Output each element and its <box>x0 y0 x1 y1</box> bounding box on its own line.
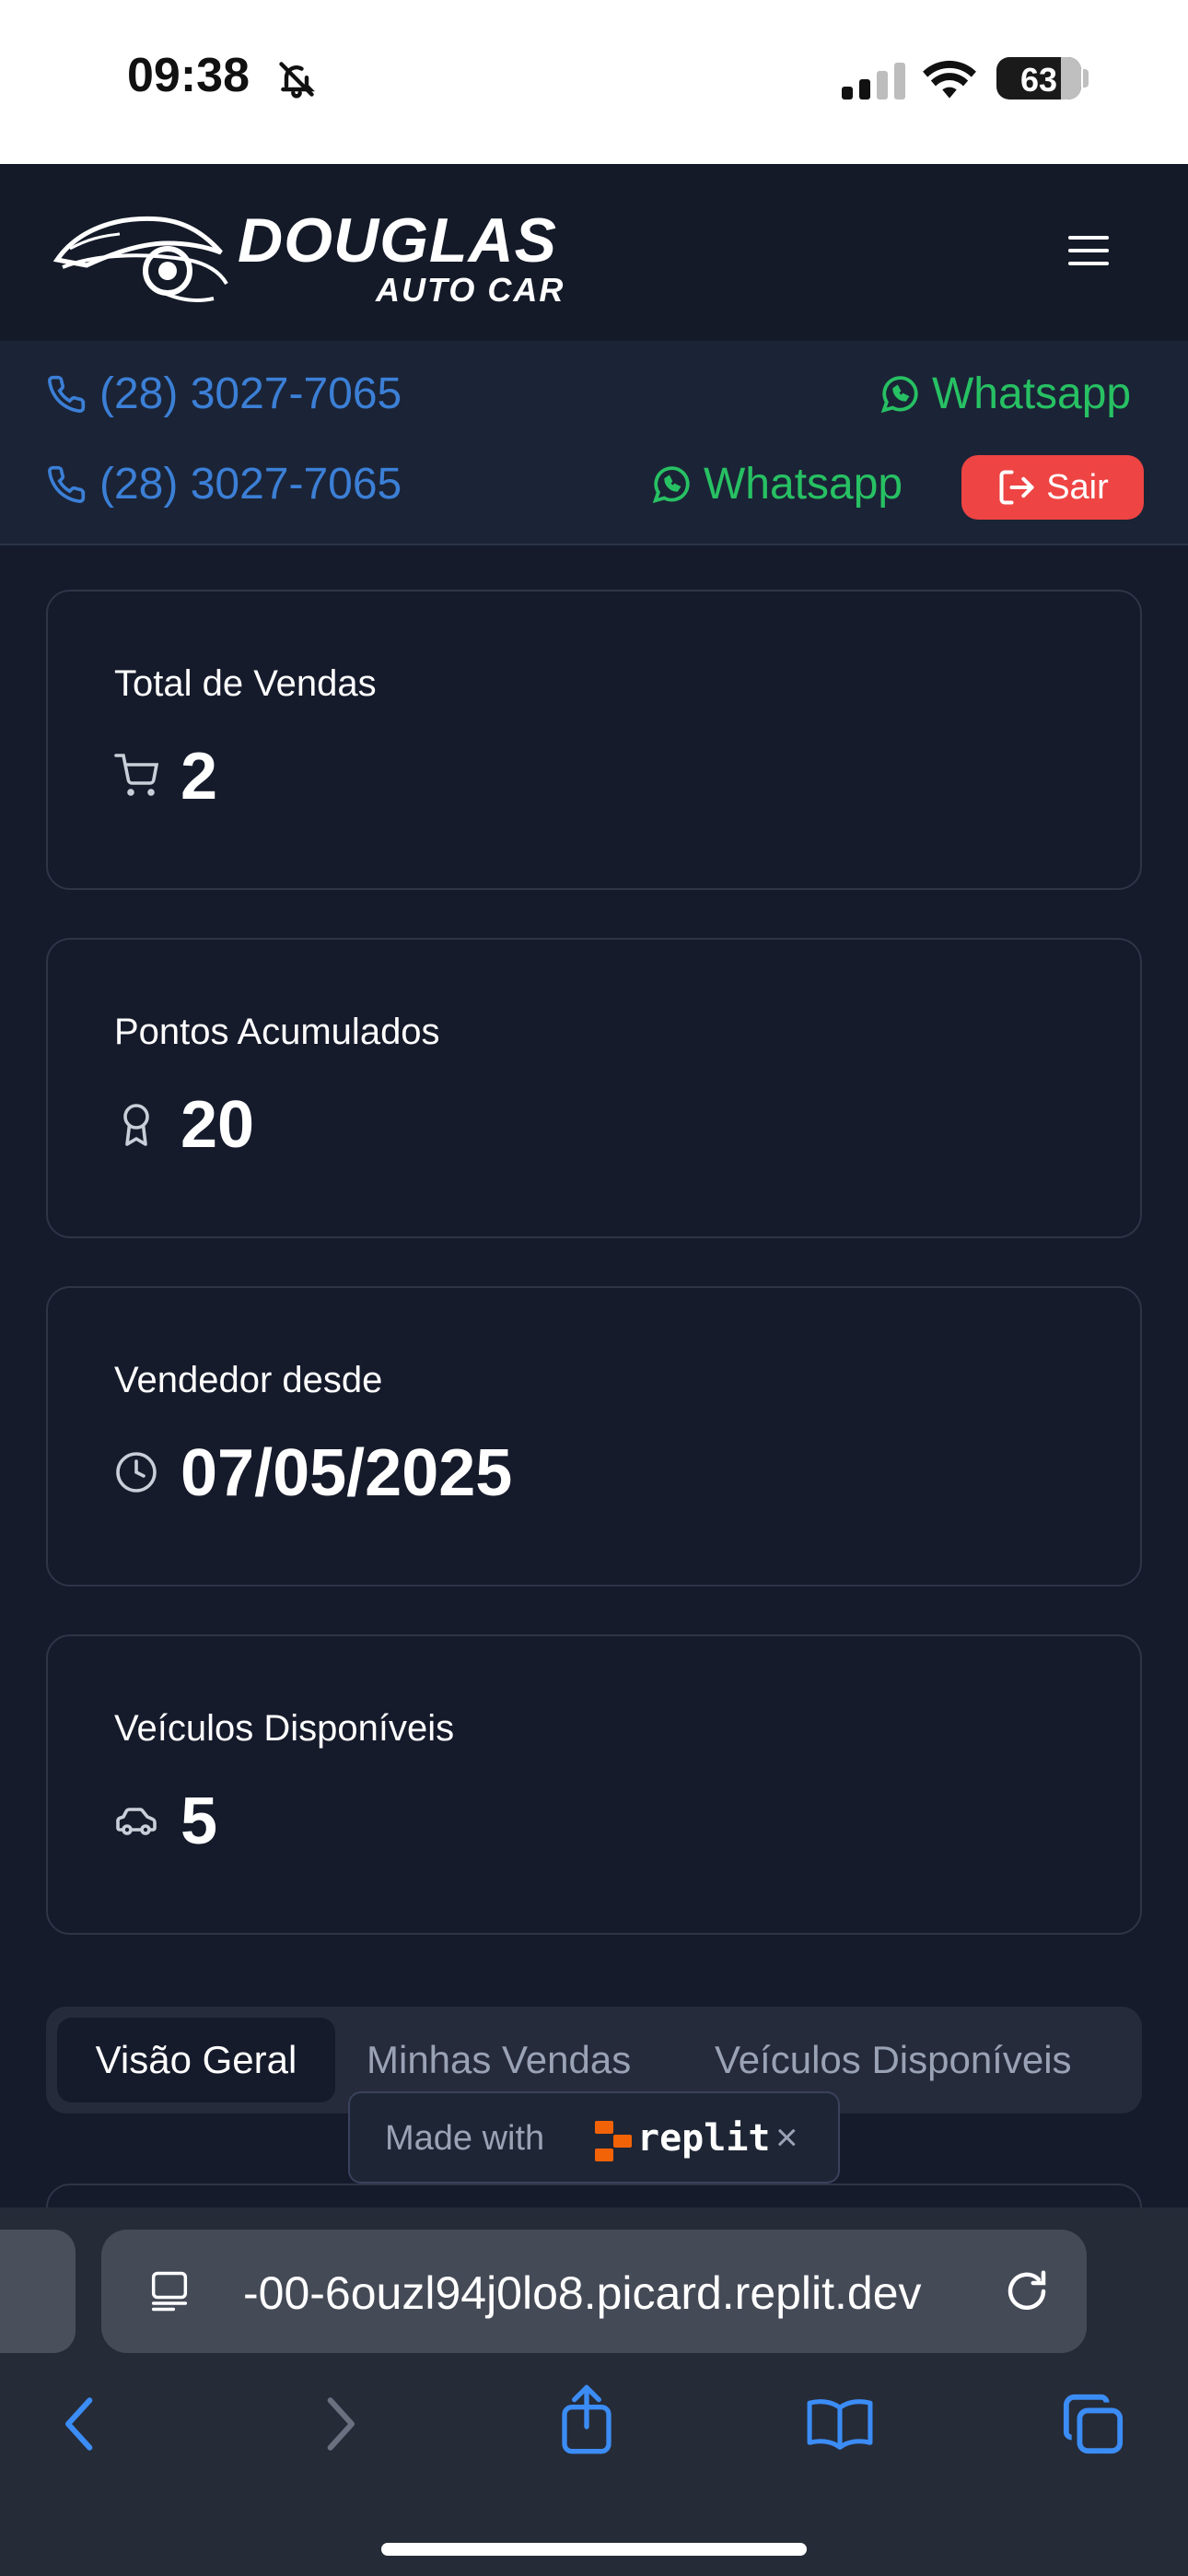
stat-card-total-sales: Total de Vendas 2 <box>46 590 1142 890</box>
hamburger-menu-button[interactable] <box>1068 236 1109 269</box>
forward-icon[interactable] <box>313 2392 365 2456</box>
address-bar[interactable]: -00-6ouzl94j0lo8.picard.replit.dev <box>101 2230 1087 2353</box>
phone-link-1[interactable]: (28) 3027-7065 <box>46 369 402 419</box>
stat-label: Vendedor desde <box>114 1360 383 1400</box>
stat-value: 20 <box>181 1088 255 1162</box>
stat-value: 2 <box>181 740 218 814</box>
home-indicator <box>381 2543 807 2556</box>
award-icon <box>123 1104 149 1146</box>
phone-icon <box>48 375 86 413</box>
made-with-replit-badge[interactable]: Made with replit × <box>348 2091 840 2184</box>
share-icon[interactable] <box>556 2383 617 2456</box>
tab-my-sales[interactable]: Minhas Vendas <box>367 2018 631 2102</box>
phone-link-2[interactable]: (28) 3027-7065 <box>46 459 402 509</box>
whatsapp-label: Whatsapp <box>704 460 903 509</box>
whatsapp-icon <box>880 375 918 413</box>
bell-muted-icon <box>279 62 315 99</box>
stat-card-seller-since: Vendedor desde 07/05/2025 <box>46 1286 1142 1587</box>
badge-text: Made with <box>385 2119 545 2158</box>
status-bar: 09:38 63 <box>0 0 1188 164</box>
tab-overview[interactable]: Visão Geral <box>57 2018 335 2102</box>
back-icon[interactable] <box>55 2392 107 2456</box>
reload-icon[interactable] <box>1002 2266 1052 2316</box>
stat-value: 5 <box>181 1785 218 1858</box>
tabs-icon[interactable] <box>1061 2392 1125 2456</box>
signal-icon <box>842 63 905 100</box>
browser-chrome: -00-6ouzl94j0lo8.picard.replit.dev <box>0 2207 1188 2576</box>
stat-card-points: Pontos Acumulados 20 <box>46 938 1142 1238</box>
car-icon <box>116 1808 157 1835</box>
previous-tab[interactable] <box>0 2230 76 2353</box>
badge-brand: replit <box>637 2117 771 2160</box>
logout-label: Sair <box>1046 467 1109 507</box>
tab-available-vehicles[interactable]: Veículos Disponíveis <box>715 2018 1072 2102</box>
battery-level: 63 <box>1019 61 1058 99</box>
contact-bar: (28) 3027-7065 Whatsapp (28) 3027-7065 W… <box>0 341 1188 545</box>
stat-card-available-vehicles: Veículos Disponíveis 5 <box>46 1634 1142 1935</box>
whatsapp-icon <box>652 465 690 503</box>
page-menu-icon[interactable] <box>146 2266 193 2316</box>
clock-icon <box>116 1452 157 1493</box>
stat-label: Total de Vendas <box>114 663 377 704</box>
status-time: 09:38 <box>127 49 250 102</box>
replit-logo-icon <box>595 2121 632 2161</box>
cart-icon <box>114 754 158 796</box>
brand-name: DOUGLAS <box>238 205 557 275</box>
bookmarks-icon[interactable] <box>805 2392 875 2456</box>
whatsapp-label: Whatsapp <box>932 369 1132 418</box>
brand-subtitle: AUTO CAR <box>376 271 565 309</box>
sports-car-logo-icon <box>52 216 228 302</box>
stat-value: 07/05/2025 <box>181 1436 513 1510</box>
phone-icon <box>48 465 86 503</box>
close-icon[interactable]: × <box>775 2115 798 2160</box>
brand-logo[interactable]: DOUGLAS AUTO CAR <box>50 199 565 309</box>
whatsapp-link-2[interactable]: Whatsapp <box>650 459 903 509</box>
stat-label: Pontos Acumulados <box>114 1012 440 1052</box>
phone-number: (28) 3027-7065 <box>99 369 402 418</box>
wifi-icon <box>923 60 976 99</box>
whatsapp-link-1[interactable]: Whatsapp <box>879 369 1131 419</box>
phone-number: (28) 3027-7065 <box>99 460 402 509</box>
battery-icon: 63 <box>996 57 1081 100</box>
logout-icon <box>999 470 1034 505</box>
stat-label: Veículos Disponíveis <box>114 1708 455 1749</box>
site-header: DOUGLAS AUTO CAR <box>0 164 1188 341</box>
hamburger-icon <box>1068 236 1109 240</box>
logout-button[interactable]: Sair <box>961 455 1144 520</box>
url-text: -00-6ouzl94j0lo8.picard.replit.dev <box>243 2267 922 2319</box>
